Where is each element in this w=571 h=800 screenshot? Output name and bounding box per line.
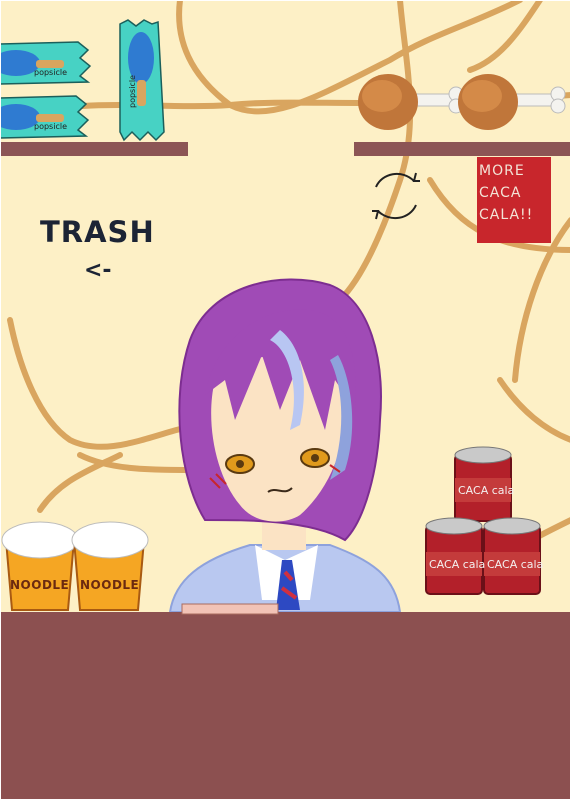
left-shelf [0,142,188,156]
refresh-icon[interactable] [364,165,428,227]
popsicle-label-1: popsicle [34,68,67,77]
shopkeeper-character[interactable] [168,278,402,613]
noodle-cup-2[interactable] [71,521,149,611]
sign-text: MORE CACA CALA!! [479,160,551,226]
noodle-cup-1[interactable] [1,521,79,611]
popsicle-item-1[interactable] [0,41,92,85]
can-label-2: CACA cala [429,558,486,571]
can-label-1: CACA cala [458,484,515,497]
left-arrow-icon[interactable]: <- [84,258,112,283]
can-label-3: CACA cala [487,558,544,571]
sign-line-1: MORE [479,163,525,179]
drumstick-item-2[interactable] [458,74,566,130]
popsicle-label-2: popsicle [34,122,67,131]
right-shelf [354,142,571,156]
popsicle-item-3[interactable] [119,19,165,142]
popsicle-label-3: popsicle [128,75,137,108]
scene-art [0,0,571,800]
can-item-2[interactable] [425,517,483,595]
popsicle-item-2[interactable] [0,95,90,139]
noodle-label-2: NOODLE [80,578,140,592]
noodle-label-1: NOODLE [10,578,70,592]
counter-tray [181,603,279,615]
trash-label[interactable]: TRASH [40,215,155,249]
shop-scene: popsicle popsicle popsicle MORE CACA CAL… [0,0,571,800]
can-item-3[interactable] [483,517,541,595]
sign-line-3: CALA!! [479,207,534,223]
sign-line-2: CACA [479,185,522,201]
counter [0,612,571,800]
